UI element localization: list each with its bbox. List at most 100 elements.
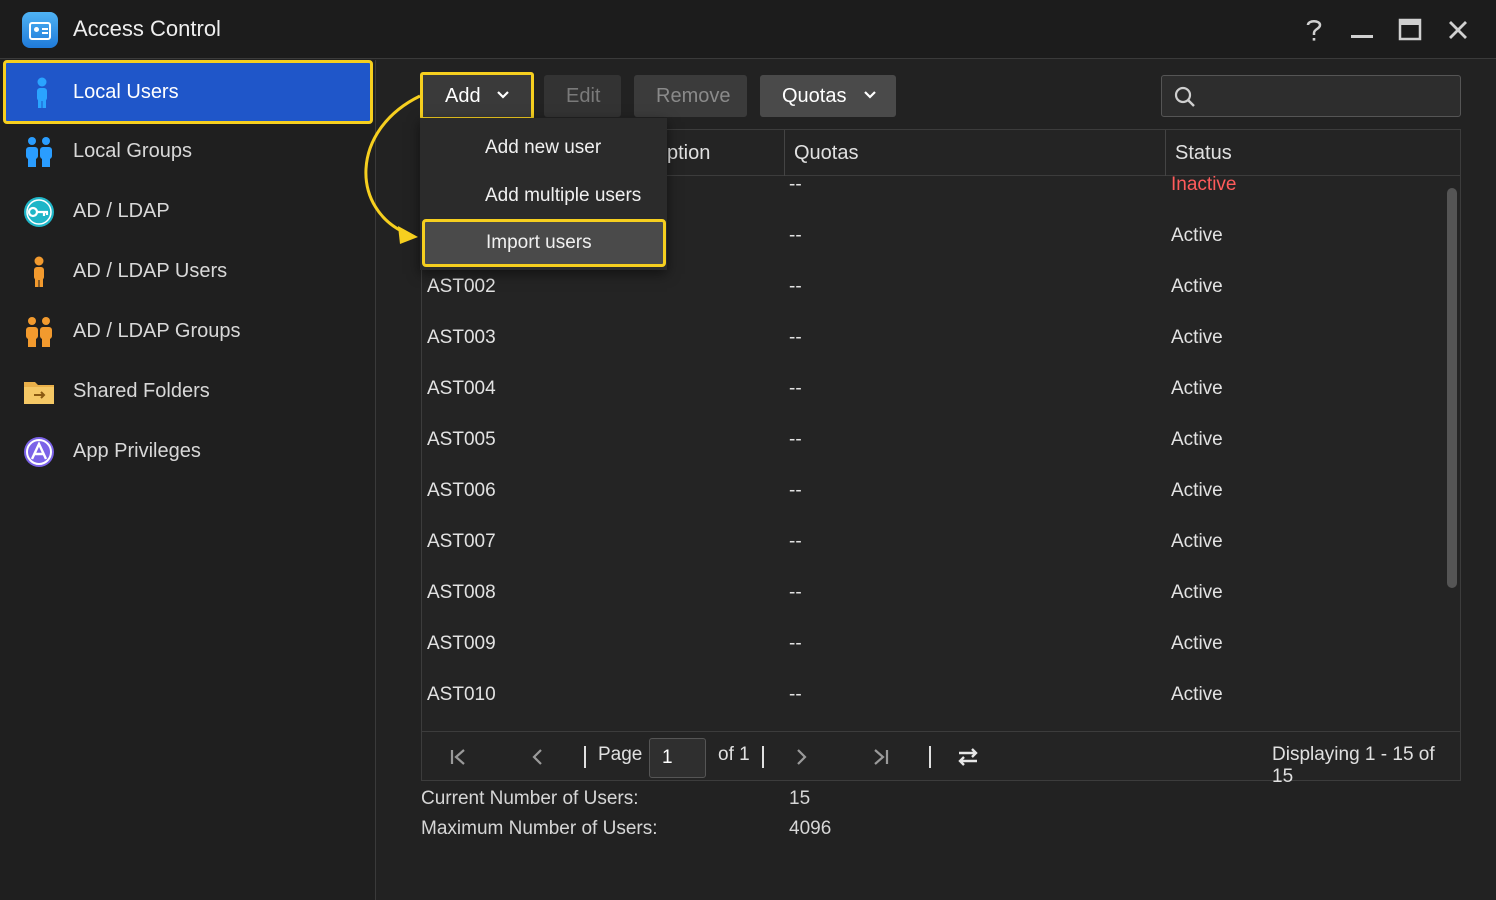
sidebar-item-label: AD / LDAP Groups	[73, 320, 241, 342]
displaying-count: Displaying 1 - 15 of 15	[1272, 744, 1435, 787]
sidebar-item-local-users[interactable]: Local Users	[3, 60, 373, 124]
user-quota: --	[789, 429, 802, 450]
table-row[interactable]: AST007 -- Active	[422, 527, 1442, 578]
user-name: AST008	[427, 582, 496, 603]
window-title: Access Control	[73, 16, 221, 41]
table-row[interactable]: AST009 -- Active	[422, 629, 1442, 680]
table-row[interactable]: AST004 -- Active	[422, 374, 1442, 425]
title-bar: Access Control	[0, 0, 1496, 59]
previous-page-icon[interactable]	[529, 748, 547, 766]
user-quota: --	[789, 480, 802, 501]
sidebar-item-local-groups[interactable]: Local Groups	[0, 122, 376, 182]
user-quota: --	[789, 225, 802, 246]
search-icon	[1174, 86, 1195, 107]
table-row[interactable]: AST010 -- Active	[422, 680, 1442, 731]
add-dropdown-menu: Add new user Add multiple users Import u…	[420, 118, 667, 270]
table-row[interactable]: AST002 -- Active	[422, 272, 1442, 323]
table-row[interactable]: AST006 -- Active	[422, 476, 1442, 527]
access-control-app-icon	[22, 12, 58, 48]
user-name: AST004	[427, 378, 496, 399]
table-row[interactable]: AST003 -- Active	[422, 323, 1442, 374]
sidebar-item-label: Local Users	[73, 81, 179, 103]
user-quota: --	[789, 174, 802, 195]
menu-item-add-multiple-users[interactable]: Add multiple users	[420, 172, 667, 220]
sidebar-item-app-privileges[interactable]: App Privileges	[0, 422, 376, 482]
user-quota: --	[789, 276, 802, 297]
help-icon[interactable]	[1296, 12, 1332, 48]
edit-button-label: Edit	[566, 85, 601, 107]
user-status: Active	[1171, 633, 1223, 654]
add-button-label: Add	[445, 85, 481, 107]
current-users-label: Current Number of Users:	[421, 788, 639, 809]
user-name: AST009	[427, 633, 496, 654]
user-quota: --	[789, 633, 802, 654]
edit-button[interactable]: Edit	[544, 75, 621, 117]
user-quota: --	[789, 582, 802, 603]
maximize-icon[interactable]	[1392, 12, 1428, 48]
user-status: Active	[1171, 327, 1223, 348]
column-header-status[interactable]: Status	[1175, 142, 1232, 165]
user-name: AST010	[427, 684, 496, 705]
search-input[interactable]	[1161, 75, 1461, 117]
chevron-down-icon	[497, 91, 509, 99]
group-icon	[26, 137, 52, 167]
user-status: Active	[1171, 684, 1223, 705]
table-row[interactable]: AST008 -- Active	[422, 578, 1442, 629]
user-status: Active	[1171, 531, 1223, 552]
user-icon	[37, 77, 47, 108]
column-header-description[interactable]: ption	[667, 142, 710, 165]
user-name: AST005	[427, 429, 496, 450]
user-name: AST003	[427, 327, 496, 348]
user-quota: --	[789, 684, 802, 705]
pagination-bar: Page 1 of 1 Displaying 1 - 15 of 15	[422, 731, 1460, 787]
user-status: Inactive	[1171, 174, 1237, 195]
quotas-button[interactable]: Quotas	[760, 75, 896, 117]
page-total-label: of 1	[718, 744, 750, 765]
chevron-down-icon	[864, 91, 876, 99]
max-users-value: 4096	[789, 818, 832, 839]
page-number-input[interactable]: 1	[649, 738, 706, 778]
sidebar-item-label: AD / LDAP Users	[73, 260, 228, 282]
user-name: AST007	[427, 531, 496, 552]
page-label: Page	[598, 744, 643, 765]
folder-icon	[24, 382, 54, 404]
refresh-icon[interactable]	[956, 745, 980, 769]
user-status: Active	[1171, 276, 1223, 297]
app-privileges-icon	[24, 437, 54, 467]
table-row[interactable]: AST005 -- Active	[422, 425, 1442, 476]
user-status: Active	[1171, 582, 1223, 603]
user-status: Active	[1171, 429, 1223, 450]
column-header-quotas[interactable]: Quotas	[794, 142, 858, 165]
sidebar-item-label: AD / LDAP	[73, 200, 170, 222]
ldap-user-icon	[34, 256, 44, 287]
user-quota: --	[789, 378, 802, 399]
user-status: Active	[1171, 480, 1223, 501]
remove-button-label: Remove	[656, 85, 731, 107]
sidebar-item-ad-ldap[interactable]: AD / LDAP	[0, 182, 376, 242]
table-scrollbar[interactable]	[1447, 188, 1457, 588]
user-name: AST002	[427, 276, 496, 297]
sidebar-item-ad-ldap-groups[interactable]: AD / LDAP Groups	[0, 302, 376, 362]
next-page-icon[interactable]	[792, 748, 810, 766]
current-users-value: 15	[789, 788, 811, 809]
remove-button[interactable]: Remove	[634, 75, 747, 117]
minimize-icon[interactable]	[1344, 12, 1380, 48]
user-status: Active	[1171, 225, 1223, 246]
sidebar-item-shared-folders[interactable]: Shared Folders	[0, 362, 376, 422]
sidebar-item-label: App Privileges	[73, 440, 201, 462]
key-icon	[24, 197, 54, 227]
sidebar-item-ad-ldap-users[interactable]: AD / LDAP Users	[0, 242, 376, 302]
menu-item-add-new-user[interactable]: Add new user	[420, 124, 667, 172]
user-quota: --	[789, 327, 802, 348]
user-status: Active	[1171, 378, 1223, 399]
first-page-icon[interactable]	[449, 748, 467, 766]
add-button[interactable]: Add	[420, 72, 534, 120]
sidebar-item-label: Local Groups	[73, 140, 192, 162]
close-icon[interactable]	[1440, 12, 1476, 48]
menu-item-import-users[interactable]: Import users	[422, 219, 666, 267]
max-users-label: Maximum Number of Users:	[421, 818, 658, 839]
user-quota: --	[789, 531, 802, 552]
user-name: AST006	[427, 480, 496, 501]
last-page-icon[interactable]	[872, 748, 890, 766]
quotas-button-label: Quotas	[782, 85, 847, 107]
